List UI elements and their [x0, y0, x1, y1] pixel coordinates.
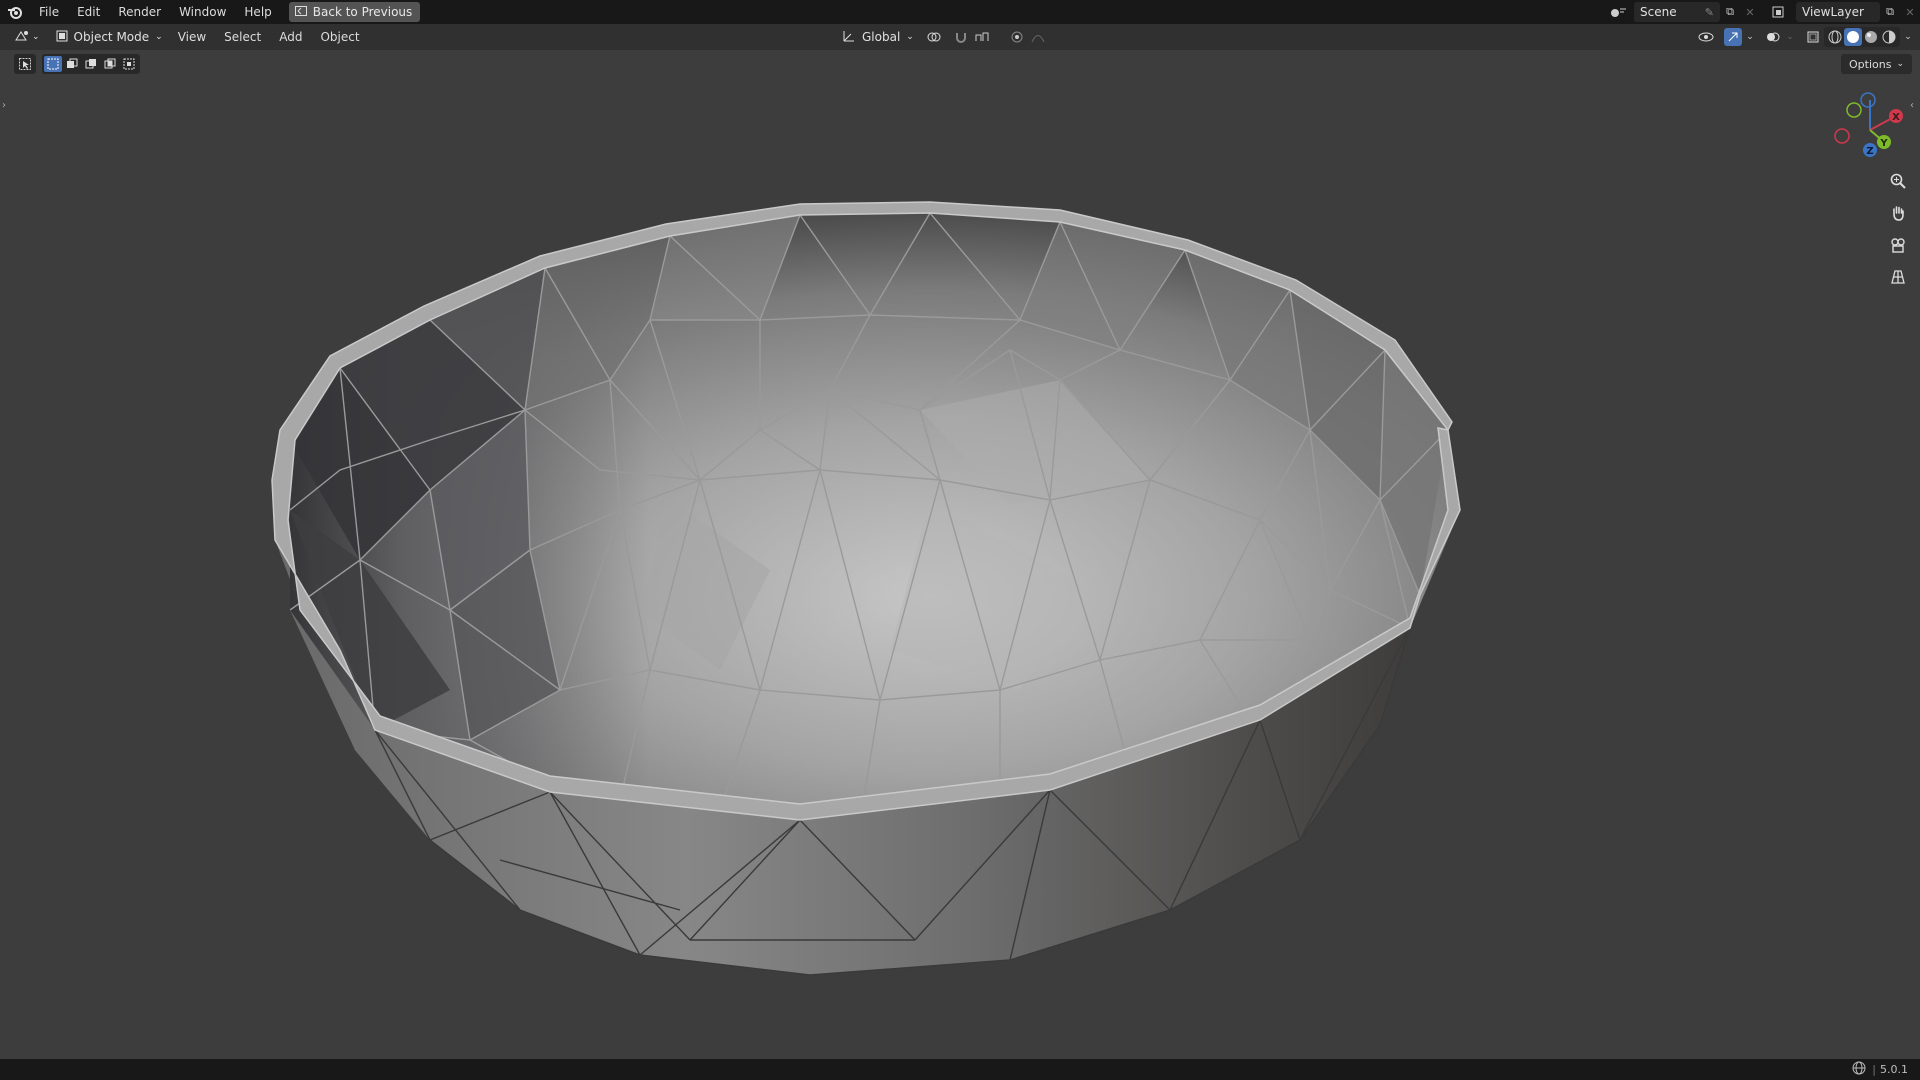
- network-globe-icon: [1852, 1061, 1866, 1078]
- pivot-point-icon[interactable]: [922, 28, 950, 46]
- status-bar: | 5.0.1: [0, 1059, 1920, 1080]
- falloff-curve-icon[interactable]: [1028, 28, 1054, 46]
- menu-add[interactable]: Add: [270, 24, 311, 50]
- chevron-down-icon: ⌄: [906, 32, 914, 42]
- material-preview-icon[interactable]: [1862, 28, 1880, 46]
- menu-edit[interactable]: Edit: [68, 0, 109, 24]
- proportional-editing-icon[interactable]: [1008, 28, 1026, 46]
- solid-shading-icon[interactable]: [1844, 28, 1862, 46]
- object-mode-dropdown[interactable]: Object Mode ⌄: [50, 27, 169, 47]
- new-scene-icon[interactable]: ⧉: [1720, 2, 1740, 22]
- top-bar: File Edit Render Window Help Back to Pre…: [0, 0, 1920, 24]
- view-layer-name: ViewLayer: [1802, 5, 1864, 19]
- rendered-shading-icon[interactable]: [1880, 28, 1898, 46]
- xray-toggle-icon[interactable]: [1804, 28, 1822, 46]
- delete-scene-icon[interactable]: ✕: [1740, 2, 1760, 22]
- editor-type-button[interactable]: ⌄: [8, 27, 46, 47]
- orientation-axes-icon: [842, 29, 856, 46]
- menu-help[interactable]: Help: [235, 0, 280, 24]
- back-to-previous-button[interactable]: Back to Previous: [288, 2, 421, 22]
- overlays-toggle-icon[interactable]: [1764, 28, 1782, 46]
- snap-toggle-icon[interactable]: [952, 28, 970, 46]
- pin-icon[interactable]: ✎: [1705, 6, 1714, 19]
- new-view-layer-icon[interactable]: ⧉: [1880, 2, 1900, 22]
- menu-select[interactable]: Select: [215, 24, 270, 50]
- chevron-down-icon[interactable]: ⌄: [1784, 28, 1796, 46]
- object-mode-label: Object Mode: [73, 30, 150, 44]
- blender-version: 5.0.1: [1880, 1063, 1908, 1076]
- delete-view-layer-icon[interactable]: ✕: [1900, 2, 1920, 22]
- object-mode-icon: [56, 30, 68, 45]
- wireframe-shading-icon[interactable]: [1826, 28, 1844, 46]
- visibility-eye-icon[interactable]: [1694, 28, 1722, 46]
- status-separator: |: [1872, 1063, 1876, 1076]
- bowl-mesh-viewport[interactable]: [0, 50, 1920, 1058]
- editor-type-icon: [14, 29, 30, 46]
- chevron-down-icon: ⌄: [155, 32, 163, 42]
- menu-file[interactable]: File: [30, 0, 68, 24]
- chevron-down-icon[interactable]: ⌄: [1902, 28, 1914, 46]
- scene-type-icon[interactable]: [1604, 2, 1634, 22]
- view-layer-field[interactable]: ViewLayer: [1796, 2, 1880, 22]
- snap-target-icon[interactable]: [972, 28, 998, 46]
- menu-render[interactable]: Render: [109, 0, 170, 24]
- transform-orientation-label: Global: [862, 30, 901, 44]
- scene-name-field[interactable]: Scene ✎: [1634, 2, 1720, 22]
- chevron-down-icon[interactable]: ⌄: [1744, 28, 1756, 46]
- workspace-selectors: Scene ✎ ⧉ ✕ ViewLayer ⧉ ✕: [1604, 0, 1920, 24]
- view-layer-type-icon[interactable]: [1766, 2, 1796, 22]
- chevron-down-icon: ⌄: [32, 32, 40, 42]
- back-screen-icon: [294, 5, 307, 19]
- back-to-previous-label: Back to Previous: [312, 5, 413, 19]
- blender-logo-icon[interactable]: [0, 0, 30, 24]
- menu-object[interactable]: Object: [311, 24, 368, 50]
- gizmo-toggle-icon[interactable]: [1724, 28, 1742, 46]
- menu-window[interactable]: Window: [170, 0, 235, 24]
- viewport-display-tools: ⌄ ⌄ ⌄: [1694, 24, 1914, 50]
- scene-name: Scene: [1640, 5, 1677, 19]
- menu-view[interactable]: View: [169, 24, 215, 50]
- transform-tools: Global ⌄: [836, 24, 1054, 50]
- transform-orientation-dropdown[interactable]: Global ⌄: [836, 27, 920, 47]
- shading-mode-group: [1824, 27, 1900, 47]
